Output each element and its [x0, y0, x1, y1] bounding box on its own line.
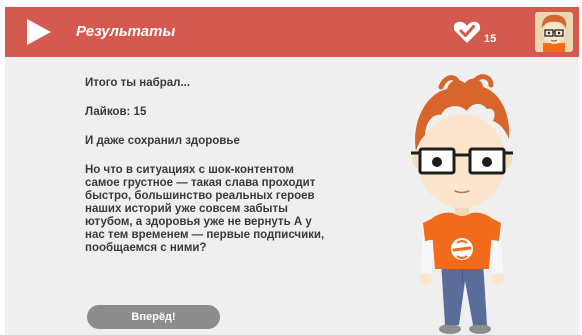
likes-line: Лайков: 15 [85, 106, 147, 118]
next-button[interactable]: Вперёд! [87, 305, 220, 329]
health-line: И даже сохранил здоровье [85, 135, 240, 147]
heart-icon [453, 21, 481, 43]
play-icon[interactable] [25, 19, 51, 45]
header-bar: Результаты 15 [5, 7, 579, 57]
character-avatar-icon [535, 12, 573, 52]
avatar[interactable] [535, 12, 573, 52]
page-title: Результаты [76, 23, 176, 40]
story-text: Но что в ситуациях с шок-контентом самое… [85, 164, 325, 254]
likes-count: 15 [484, 33, 497, 45]
intro-text: Итого ты набрал... [85, 77, 191, 89]
app-window: Результаты 15 Итого ты набрал... Лайков:… [5, 7, 579, 335]
character-illustration [411, 74, 513, 334]
results-text: Итого ты набрал... Лайков: 15 И даже сох… [85, 77, 355, 271]
